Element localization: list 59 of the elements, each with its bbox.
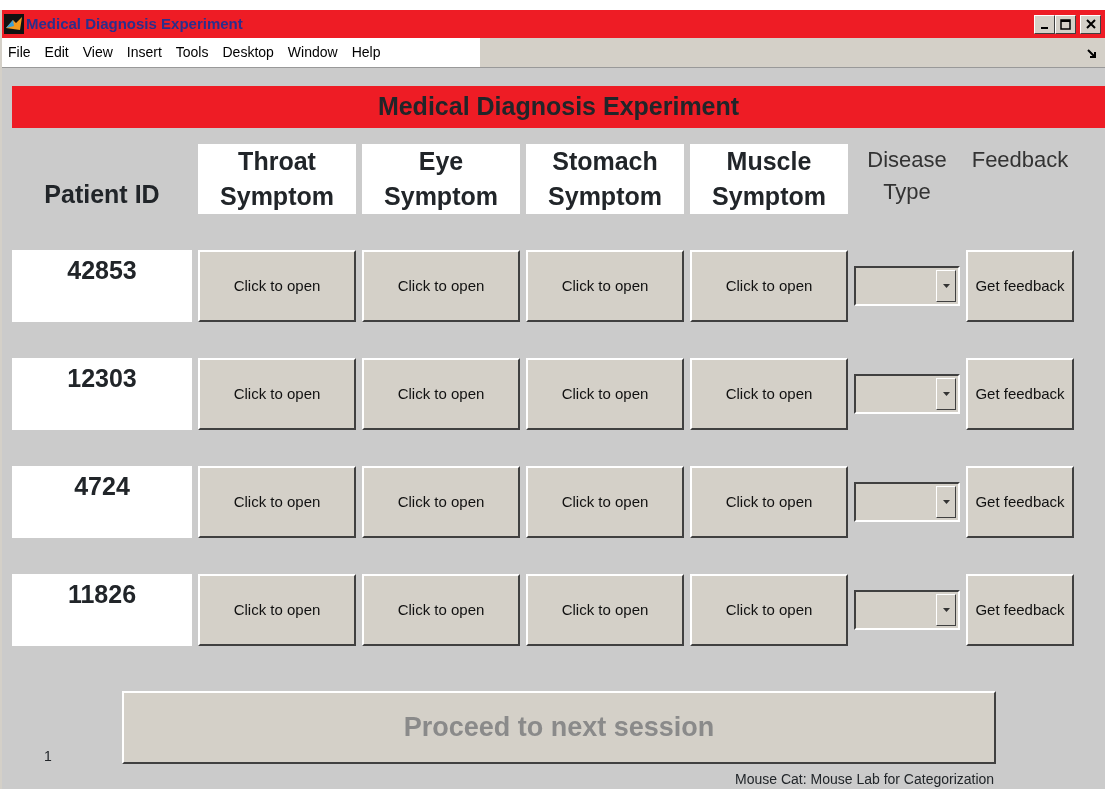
menu-item[interactable]: Window	[287, 42, 338, 63]
feedback-button[interactable]: Get feedback	[966, 574, 1074, 646]
open-button[interactable]: Click to open	[526, 466, 684, 538]
menu-item[interactable]: Help	[351, 42, 381, 63]
feedback-button[interactable]: Get feedback	[966, 250, 1074, 322]
disease-dropdown[interactable]	[854, 266, 960, 306]
column-header: Throat Symptom	[198, 144, 356, 214]
column-header: Muscle Symptom	[690, 144, 848, 214]
open-button[interactable]: Click to open	[362, 466, 520, 538]
column-header: Stomach Symptom	[526, 144, 684, 214]
banner-title: Medical Diagnosis Experiment	[12, 86, 1105, 128]
dropdown-arrow-icon	[942, 608, 950, 612]
open-button[interactable]: Click to open	[198, 574, 356, 646]
open-button[interactable]: Click to open	[198, 358, 356, 430]
patient-id: 4724	[12, 466, 192, 538]
window-title: Medical Diagnosis Experiment	[26, 13, 243, 34]
column-header: Eye Symptom	[362, 144, 520, 214]
disease-dropdown[interactable]	[854, 482, 960, 522]
feedback-button[interactable]: Get feedback	[966, 466, 1074, 538]
open-button[interactable]: Click to open	[198, 466, 356, 538]
open-button[interactable]: Click to open	[526, 358, 684, 430]
menu-item[interactable]: File	[8, 42, 31, 63]
dropdown-arrow-icon	[942, 500, 950, 504]
disease-dropdown[interactable]	[854, 374, 960, 414]
dropdown-arrow-icon	[942, 392, 950, 396]
open-button[interactable]: Click to open	[526, 574, 684, 646]
menu-item[interactable]: Edit	[44, 42, 69, 63]
column-header: Patient ID	[43, 179, 161, 210]
dock-arrow-icon[interactable]	[1087, 48, 1097, 58]
menu-item[interactable]: View	[82, 42, 113, 63]
maximize-button[interactable]	[1055, 14, 1076, 34]
open-button[interactable]: Click to open	[362, 574, 520, 646]
app-logo-icon	[4, 14, 24, 34]
minimize-button[interactable]	[1034, 14, 1055, 34]
close-button[interactable]	[1080, 14, 1101, 34]
maximize-icon	[1060, 18, 1071, 30]
open-button[interactable]: Click to open	[362, 250, 520, 322]
close-icon	[1085, 19, 1096, 29]
column-header: Feedback	[970, 146, 1070, 174]
open-button[interactable]: Click to open	[690, 250, 848, 322]
menu-item[interactable]: Desktop	[222, 42, 274, 63]
open-button[interactable]: Click to open	[690, 358, 848, 430]
menu-item[interactable]: Tools	[175, 42, 209, 63]
patient-id: 12303	[12, 358, 192, 430]
patient-id: 11826	[12, 574, 192, 646]
open-button[interactable]: Click to open	[690, 466, 848, 538]
open-button[interactable]: Click to open	[690, 574, 848, 646]
open-button[interactable]: Click to open	[526, 250, 684, 322]
disease-dropdown[interactable]	[854, 590, 960, 630]
open-button[interactable]: Click to open	[362, 358, 520, 430]
column-header: Disease Type	[866, 146, 948, 206]
menu-item[interactable]: Insert	[126, 42, 162, 63]
dropdown-arrow-icon	[942, 284, 950, 288]
page-number: 1	[44, 747, 52, 766]
patient-id: 42853	[12, 250, 192, 322]
minimize-icon	[1041, 27, 1048, 29]
open-button[interactable]: Click to open	[198, 250, 356, 322]
footer-text: Mouse Cat: Mouse Lab for Categorization	[735, 770, 995, 789]
feedback-button[interactable]: Get feedback	[966, 358, 1074, 430]
